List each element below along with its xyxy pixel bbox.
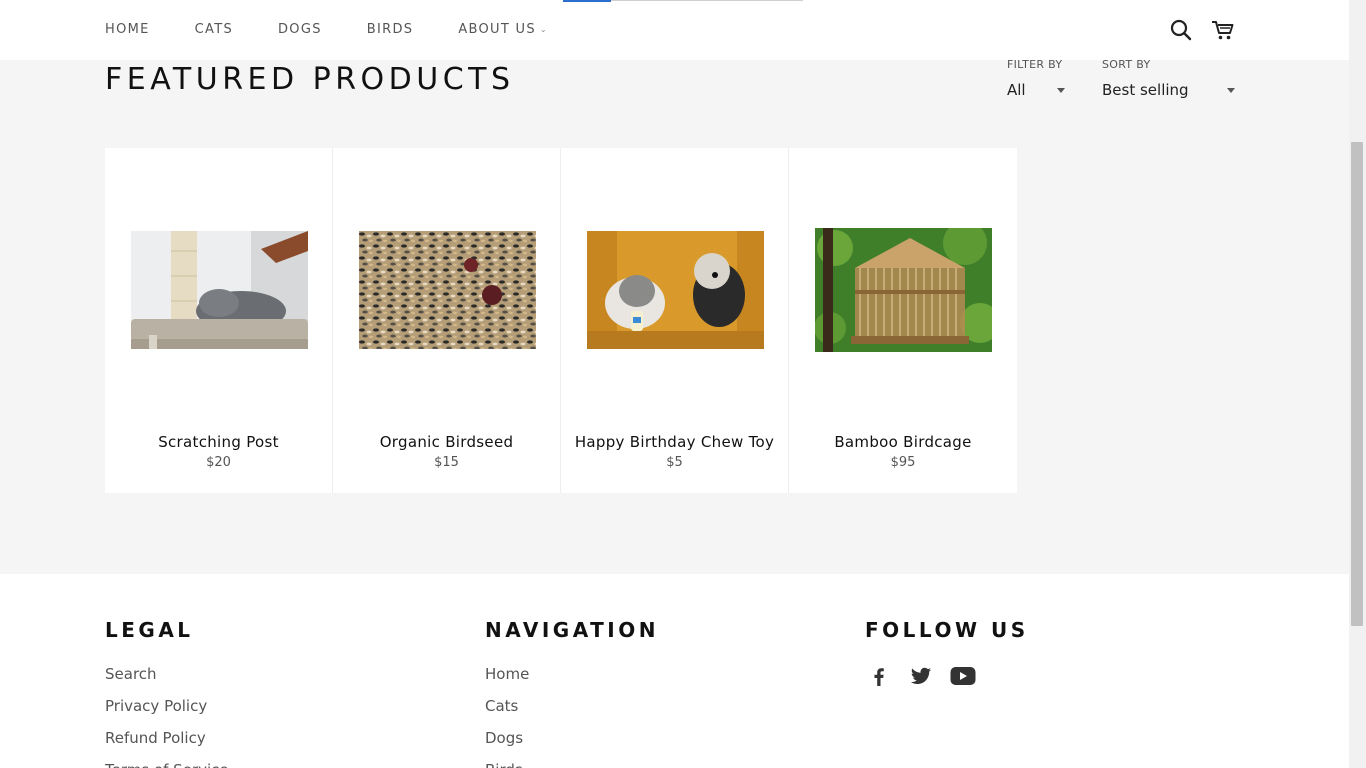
footer-link-refund-policy[interactable]: Refund Policy bbox=[105, 726, 229, 758]
page-title: FEATURED PRODUCTS bbox=[105, 62, 515, 97]
product-card[interactable]: Happy Birthday Chew Toy $5 bbox=[561, 148, 789, 493]
footer-link-home[interactable]: Home bbox=[485, 662, 659, 694]
footer-legal-heading: LEGAL bbox=[105, 618, 194, 642]
footer-navigation: NAVIGATION Home Cats Dogs Birds bbox=[485, 618, 659, 768]
nav-cats[interactable]: CATS bbox=[195, 22, 233, 38]
footer-link-search[interactable]: Search bbox=[105, 662, 229, 694]
site-header: HOME CATS DOGS BIRDS ABOUT US ⌄ bbox=[0, 0, 1349, 60]
product-image-bamboo-birdcage[interactable] bbox=[815, 228, 992, 352]
product-card[interactable]: Bamboo Birdcage $95 bbox=[789, 148, 1017, 493]
footer-link-terms-of-service[interactable]: Terms of Service bbox=[105, 758, 229, 768]
header-accent-line bbox=[611, 0, 803, 1]
filter-caret-icon[interactable] bbox=[1057, 88, 1065, 93]
social-links bbox=[865, 662, 1029, 690]
footer-legal: LEGAL Search Privacy Policy Refund Polic… bbox=[105, 618, 229, 768]
product-price: $5 bbox=[666, 455, 683, 470]
chevron-down-icon: ⌄ bbox=[539, 25, 548, 34]
twitter-icon[interactable] bbox=[907, 662, 935, 690]
footer-link-cats[interactable]: Cats bbox=[485, 694, 659, 726]
nav-about-us-label: ABOUT US bbox=[458, 22, 536, 37]
scrollbar-thumb[interactable] bbox=[1351, 142, 1363, 626]
nav-birds[interactable]: BIRDS bbox=[367, 22, 414, 38]
footer-link-birds[interactable]: Birds bbox=[485, 758, 659, 768]
footer-follow-heading: FOLLOW US bbox=[865, 618, 1029, 642]
youtube-icon[interactable] bbox=[949, 662, 977, 690]
product-grid: Scratching Post $20 Organic Birdseed $15… bbox=[105, 148, 1017, 493]
product-card[interactable]: Scratching Post $20 bbox=[105, 148, 333, 493]
sort-select[interactable]: Best selling bbox=[1102, 81, 1189, 99]
footer-link-privacy-policy[interactable]: Privacy Policy bbox=[105, 694, 229, 726]
product-card[interactable]: Organic Birdseed $15 bbox=[333, 148, 561, 493]
sort-caret-icon[interactable] bbox=[1227, 88, 1235, 93]
product-image-scratching-post[interactable] bbox=[131, 231, 308, 349]
product-name[interactable]: Organic Birdseed bbox=[333, 433, 560, 451]
cart-icon[interactable] bbox=[1211, 18, 1235, 42]
facebook-icon[interactable] bbox=[865, 662, 893, 690]
product-name[interactable]: Happy Birthday Chew Toy bbox=[561, 433, 788, 451]
filter-select[interactable]: All bbox=[1007, 81, 1026, 99]
nav-home[interactable]: HOME bbox=[105, 22, 150, 38]
product-price: $15 bbox=[434, 455, 459, 470]
footer-follow: FOLLOW US bbox=[865, 618, 1029, 690]
product-name[interactable]: Scratching Post bbox=[105, 433, 332, 451]
main-nav: HOME CATS DOGS BIRDS ABOUT US ⌄ bbox=[105, 22, 593, 38]
footer-navigation-heading: NAVIGATION bbox=[485, 618, 659, 642]
nav-about-us[interactable]: ABOUT US ⌄ bbox=[458, 22, 548, 38]
header-accent-bar bbox=[563, 0, 611, 2]
site-footer: LEGAL Search Privacy Policy Refund Polic… bbox=[0, 574, 1349, 768]
product-image-organic-birdseed[interactable] bbox=[359, 231, 536, 349]
product-price: $95 bbox=[890, 455, 916, 470]
nav-dogs[interactable]: DOGS bbox=[278, 22, 322, 38]
product-price: $20 bbox=[206, 455, 231, 470]
product-image-chew-toy[interactable] bbox=[587, 231, 764, 349]
product-name[interactable]: Bamboo Birdcage bbox=[789, 433, 1017, 451]
footer-link-dogs[interactable]: Dogs bbox=[485, 726, 659, 758]
search-icon[interactable] bbox=[1169, 18, 1193, 42]
